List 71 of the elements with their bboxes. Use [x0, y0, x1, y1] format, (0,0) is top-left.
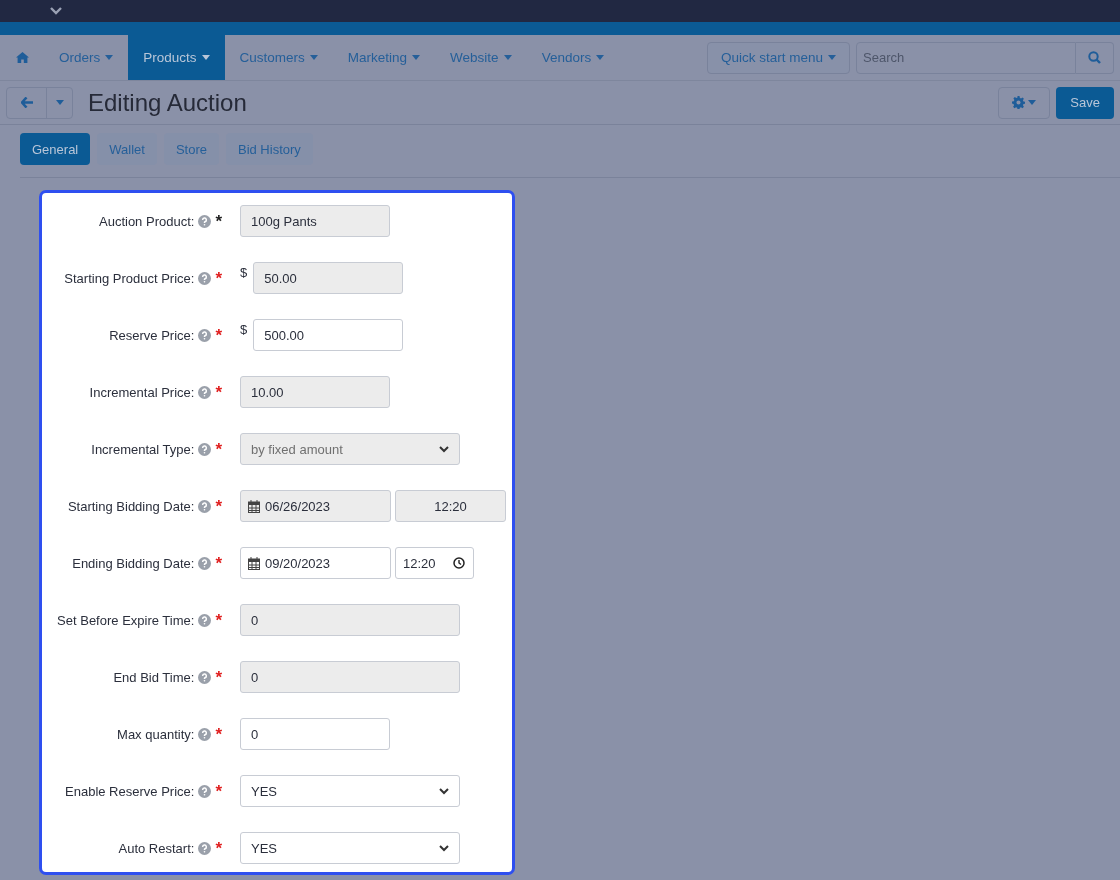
date-field[interactable]: 09/20/2023	[240, 547, 391, 579]
required-mark: *	[215, 556, 222, 571]
required-mark: *	[215, 727, 222, 742]
settings-icon	[1012, 96, 1026, 109]
help-icon[interactable]	[198, 556, 212, 570]
help-icon[interactable]	[198, 328, 212, 342]
caret-icon	[309, 55, 318, 60]
caret-icon	[596, 55, 605, 60]
field-label: End Bid Time:	[113, 669, 195, 685]
chevron-down-icon	[439, 844, 449, 852]
clock-icon	[453, 557, 465, 569]
caret-icon	[1028, 100, 1037, 105]
help-icon[interactable]	[198, 784, 212, 798]
field-label: Enable Reserve Price:	[65, 783, 195, 799]
home-icon[interactable]	[15, 52, 29, 63]
caret-icon	[828, 55, 836, 60]
search-field[interactable]: Search	[856, 41, 1076, 74]
chevron-down-icon	[439, 445, 449, 453]
required-mark: *	[215, 442, 222, 457]
field-label: Incremental Price:	[89, 384, 195, 400]
help-icon[interactable]	[198, 727, 212, 741]
caret-icon	[55, 100, 64, 105]
caret-icon	[105, 55, 114, 60]
search-button[interactable]	[1076, 41, 1114, 74]
calendar-icon	[248, 499, 260, 513]
tab[interactable]: General	[20, 133, 91, 165]
currency-symbol: $	[240, 322, 248, 337]
required-mark: *	[215, 499, 222, 514]
chevron-down-icon	[439, 787, 449, 795]
settings-button[interactable]	[998, 86, 1051, 119]
help-icon[interactable]	[198, 841, 212, 855]
help-icon[interactable]	[198, 214, 212, 228]
required-mark: *	[215, 271, 222, 286]
field-label: Starting Product Price:	[64, 270, 195, 286]
arrow-left-icon	[20, 97, 33, 108]
field-label: Ending Bidding Date:	[72, 555, 195, 571]
help-icon[interactable]	[198, 385, 212, 399]
select-field[interactable]: YES	[240, 832, 460, 864]
required-mark: *	[215, 385, 222, 400]
field-label: Auto Restart:	[118, 840, 195, 856]
page-title: Editing Auction	[88, 88, 247, 117]
calendar-icon	[248, 556, 260, 570]
time-field[interactable]: 12:20	[395, 547, 474, 579]
required-mark: *	[215, 670, 222, 685]
required-mark: *	[215, 784, 222, 799]
chevron-down-icon[interactable]	[50, 7, 62, 15]
help-icon[interactable]	[198, 442, 212, 456]
field-label: Auction Product:	[99, 213, 195, 229]
field-label: Set Before Expire Time:	[57, 612, 195, 628]
price-field[interactable]: 500.00	[253, 319, 404, 351]
help-icon[interactable]	[198, 613, 212, 627]
search-icon	[1088, 51, 1101, 64]
help-icon[interactable]	[198, 499, 212, 513]
caret-icon	[503, 55, 512, 60]
field-label: Incremental Type:	[91, 441, 195, 457]
field-label: Max quantity:	[117, 726, 195, 742]
required-mark: *	[215, 328, 222, 343]
required-mark: *	[215, 841, 222, 856]
field-label: Starting Bidding Date:	[67, 498, 195, 514]
required-mark: *	[215, 214, 222, 229]
help-icon[interactable]	[198, 271, 212, 285]
required-mark: *	[215, 613, 222, 628]
currency-symbol: $	[240, 265, 248, 280]
text-field[interactable]: 0	[240, 718, 390, 750]
caret-icon	[412, 55, 421, 60]
nav-menu-item[interactable]: Products	[128, 35, 225, 80]
help-icon[interactable]	[198, 670, 212, 684]
caret-icon	[201, 55, 210, 60]
select-field[interactable]: YES	[240, 775, 460, 807]
field-label: Reserve Price:	[109, 327, 195, 343]
save-button[interactable]: Save	[1056, 86, 1114, 119]
